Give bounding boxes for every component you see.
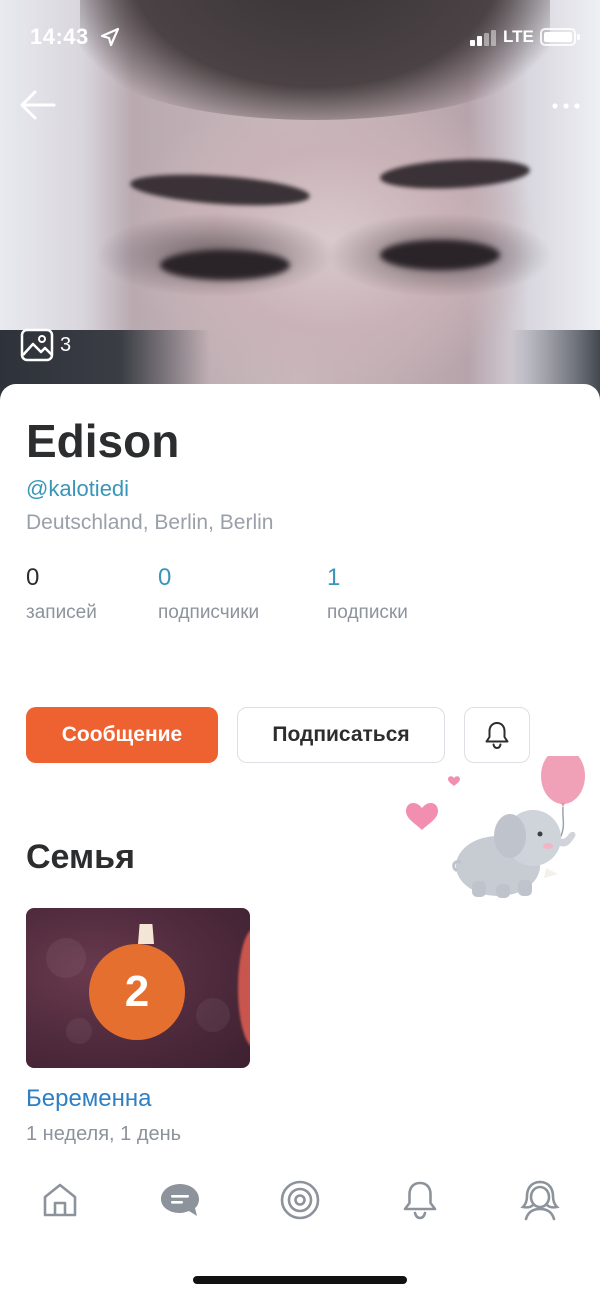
week-badge: 2: [89, 944, 185, 1040]
more-options-icon[interactable]: [548, 96, 584, 116]
elephant-balloon-icon: [406, 756, 585, 898]
profile-name: Edison: [26, 415, 180, 467]
status-bar: 14:43 LTE: [0, 0, 600, 72]
photo-count-label: 3: [60, 333, 72, 356]
signal-bars-icon: [470, 30, 496, 46]
stat-posts[interactable]: 0 записей: [26, 564, 97, 624]
family-section-title: Семья: [26, 838, 135, 876]
pregnancy-duration: 1 неделя, 1 день: [26, 1123, 182, 1145]
target-icon: [280, 1180, 320, 1220]
home-indicator[interactable]: [193, 1276, 407, 1284]
back-arrow-icon[interactable]: [18, 88, 58, 122]
battery-icon: [540, 28, 580, 46]
stat-followers-label: подписчики: [158, 602, 260, 623]
profile-card: Edison @kalotiedi Deutschland, Berlin, B…: [0, 384, 600, 1298]
cover-photo-eye: [160, 250, 290, 280]
bell-icon: [403, 1181, 437, 1220]
bottom-tab-bar: [0, 1178, 600, 1238]
stat-followers[interactable]: 0 подписчики: [158, 564, 259, 624]
profile-location: Deutschland, Berlin, Berlin: [26, 511, 274, 534]
stat-followers-value: 0: [158, 564, 172, 591]
tab-notifications[interactable]: [398, 1178, 442, 1222]
stat-posts-value: 0: [26, 564, 40, 591]
profile-woman-icon: [520, 1180, 560, 1221]
tab-profile[interactable]: [518, 1178, 562, 1222]
card-edge-decoration: [238, 928, 250, 1048]
message-button[interactable]: Сообщение: [26, 707, 218, 763]
network-type: LTE: [503, 27, 534, 46]
tab-home[interactable]: [38, 1178, 82, 1222]
location-arrow-icon: [100, 27, 120, 47]
cover-photo-brow: [129, 169, 311, 211]
pregnancy-title[interactable]: Беременна: [26, 1085, 152, 1113]
pregnancy-card[interactable]: 2: [26, 908, 250, 1068]
photos-count[interactable]: 3: [20, 328, 71, 362]
stat-following-label: подписки: [327, 602, 408, 623]
home-icon: [43, 1183, 77, 1217]
stat-posts-label: записей: [26, 602, 97, 623]
follow-button[interactable]: Подписаться: [237, 707, 445, 763]
badge-tag-icon: [138, 924, 154, 944]
cover-photo-brow: [379, 156, 531, 192]
chat-bubble-icon: [161, 1184, 199, 1216]
profile-handle[interactable]: @kalotiedi: [26, 476, 129, 502]
stat-following-value: 1: [327, 564, 341, 591]
tab-discover[interactable]: [278, 1178, 322, 1222]
cover-photo-eye: [380, 240, 500, 270]
bell-icon: [485, 722, 509, 750]
photo-gallery-icon: [20, 328, 54, 362]
status-time: 14:43: [30, 24, 89, 49]
stat-following[interactable]: 1 подписки: [327, 564, 408, 624]
tab-messages[interactable]: [158, 1178, 202, 1222]
notify-bell-button[interactable]: [464, 707, 530, 763]
